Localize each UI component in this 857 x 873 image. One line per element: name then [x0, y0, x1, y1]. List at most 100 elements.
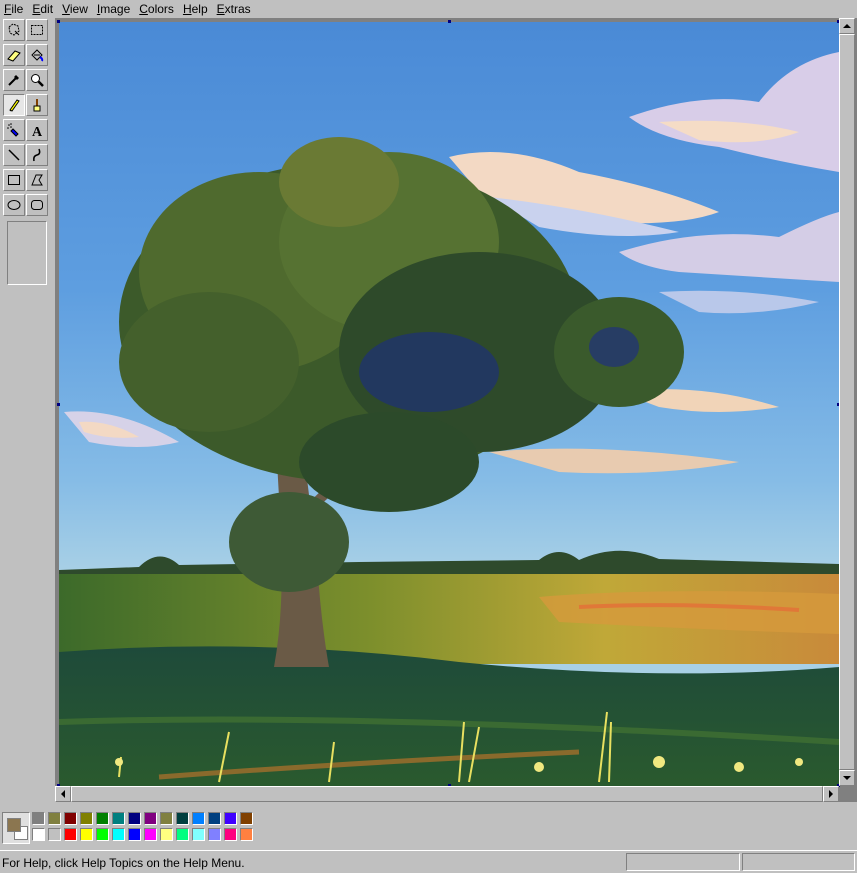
free-form-select-tool[interactable]: [3, 19, 25, 41]
menu-view[interactable]: View: [58, 0, 93, 18]
menu-view-label: iew: [69, 2, 88, 16]
polygon-tool[interactable]: [26, 169, 48, 191]
menu-view-mnemonic: V: [62, 2, 70, 16]
menu-extras[interactable]: Extras: [213, 0, 256, 18]
scroll-down-button[interactable]: [839, 770, 855, 786]
menu-file-label: ile: [11, 2, 24, 16]
palette-swatch[interactable]: [112, 828, 125, 841]
paint-bucket-icon: [31, 49, 44, 62]
palette-swatch[interactable]: [224, 828, 237, 841]
palette-swatch[interactable]: [144, 812, 157, 825]
palette-swatch[interactable]: [112, 812, 125, 825]
palette-swatch[interactable]: [240, 828, 253, 841]
palette-swatch[interactable]: [96, 828, 109, 841]
brush-tool[interactable]: [26, 94, 48, 116]
palette-swatch[interactable]: [160, 828, 173, 841]
svg-text:A: A: [32, 125, 43, 138]
palette-swatch[interactable]: [128, 812, 141, 825]
arrow-down-icon: [843, 776, 851, 780]
palette-swatch[interactable]: [80, 828, 93, 841]
eraser-tool[interactable]: [3, 44, 25, 66]
airbrush-tool[interactable]: [3, 119, 25, 141]
palette-swatch[interactable]: [176, 828, 189, 841]
ellipse-tool[interactable]: [3, 194, 25, 216]
palette-swatch[interactable]: [80, 812, 93, 825]
status-bar: For Help, click Help Topics on the Help …: [0, 850, 857, 873]
curve-icon: [33, 148, 41, 162]
current-colors-box[interactable]: [2, 812, 30, 844]
line-icon: [8, 149, 20, 161]
horizontal-scroll-thumb[interactable]: [71, 786, 823, 802]
palette-swatch[interactable]: [224, 812, 237, 825]
palette-swatch[interactable]: [32, 812, 45, 825]
foreground-color-swatch[interactable]: [7, 818, 21, 832]
menu-edit[interactable]: Edit: [28, 0, 58, 18]
magnifier-icon: [31, 74, 44, 87]
palette-swatch[interactable]: [176, 812, 189, 825]
menu-file[interactable]: File: [0, 0, 28, 18]
eraser-icon: [7, 50, 21, 62]
palette-swatch[interactable]: [48, 828, 61, 841]
menu-extras-label: xtras: [224, 2, 251, 16]
palette-swatch[interactable]: [208, 828, 221, 841]
line-tool[interactable]: [3, 144, 25, 166]
palette-swatch[interactable]: [128, 828, 141, 841]
curve-tool[interactable]: [26, 144, 48, 166]
rectangle-select-icon: [31, 25, 43, 35]
scroll-up-button[interactable]: [839, 18, 855, 34]
canvas-area: [55, 18, 857, 802]
tool-options-box[interactable]: [7, 221, 47, 285]
rectangle-select-tool[interactable]: [26, 19, 48, 41]
vertical-scroll-thumb[interactable]: [839, 34, 855, 770]
resize-handle-w: [57, 403, 60, 406]
canvas-frame: [55, 18, 840, 787]
pencil-tool[interactable]: [3, 94, 25, 116]
magnifier-tool[interactable]: [26, 69, 48, 91]
status-pane-size: [742, 853, 855, 871]
arrow-right-icon: [829, 790, 833, 798]
pick-color-tool[interactable]: [3, 69, 25, 91]
menu-colors[interactable]: Colors: [135, 0, 179, 18]
palette-swatch[interactable]: [208, 812, 221, 825]
resize-handle-n: [448, 20, 451, 23]
status-pane-coordinates: [626, 853, 740, 871]
ellipse-icon: [7, 200, 21, 210]
toolbox: A: [0, 18, 53, 848]
menu-image[interactable]: Image: [93, 0, 135, 18]
palette-swatch[interactable]: [32, 828, 45, 841]
palette-swatch[interactable]: [64, 812, 77, 825]
menu-help-mnemonic: H: [182, 2, 192, 16]
rectangle-icon: [8, 175, 20, 185]
palette-swatch[interactable]: [160, 812, 173, 825]
palette-swatch[interactable]: [240, 812, 253, 825]
painting-canvas[interactable]: [59, 22, 839, 786]
palette-swatch[interactable]: [192, 812, 205, 825]
horizontal-scrollbar[interactable]: [55, 786, 839, 802]
menu-colors-label: olors: [147, 2, 174, 16]
menu-colors-mnemonic: C: [139, 2, 148, 16]
resize-handle-nw: [57, 20, 60, 23]
scroll-right-button[interactable]: [823, 786, 839, 802]
rounded-rectangle-icon: [31, 200, 43, 210]
palette-swatch[interactable]: [48, 812, 61, 825]
rectangle-tool[interactable]: [3, 169, 25, 191]
fill-with-color-tool[interactable]: [26, 44, 48, 66]
menu-edit-label: dit: [40, 2, 54, 16]
palette-swatch[interactable]: [144, 828, 157, 841]
arrow-up-icon: [843, 24, 851, 28]
palette-swatch[interactable]: [64, 828, 77, 841]
palette-swatch[interactable]: [96, 812, 109, 825]
brush-icon: [33, 99, 41, 112]
vertical-scrollbar[interactable]: [839, 18, 855, 786]
menu-help[interactable]: Help: [179, 0, 213, 18]
scroll-left-button[interactable]: [55, 786, 71, 802]
polygon-icon: [31, 174, 43, 186]
text-tool[interactable]: A: [26, 119, 48, 141]
color-palette: [0, 802, 857, 848]
text-icon: A: [32, 125, 43, 138]
pencil-icon: [9, 99, 20, 112]
menu-bar: File Edit View Image Colors Help Extras: [0, 0, 857, 18]
palette-swatch[interactable]: [192, 828, 205, 841]
menu-help-label: elp: [191, 2, 208, 16]
rounded-rectangle-tool[interactable]: [26, 194, 48, 216]
